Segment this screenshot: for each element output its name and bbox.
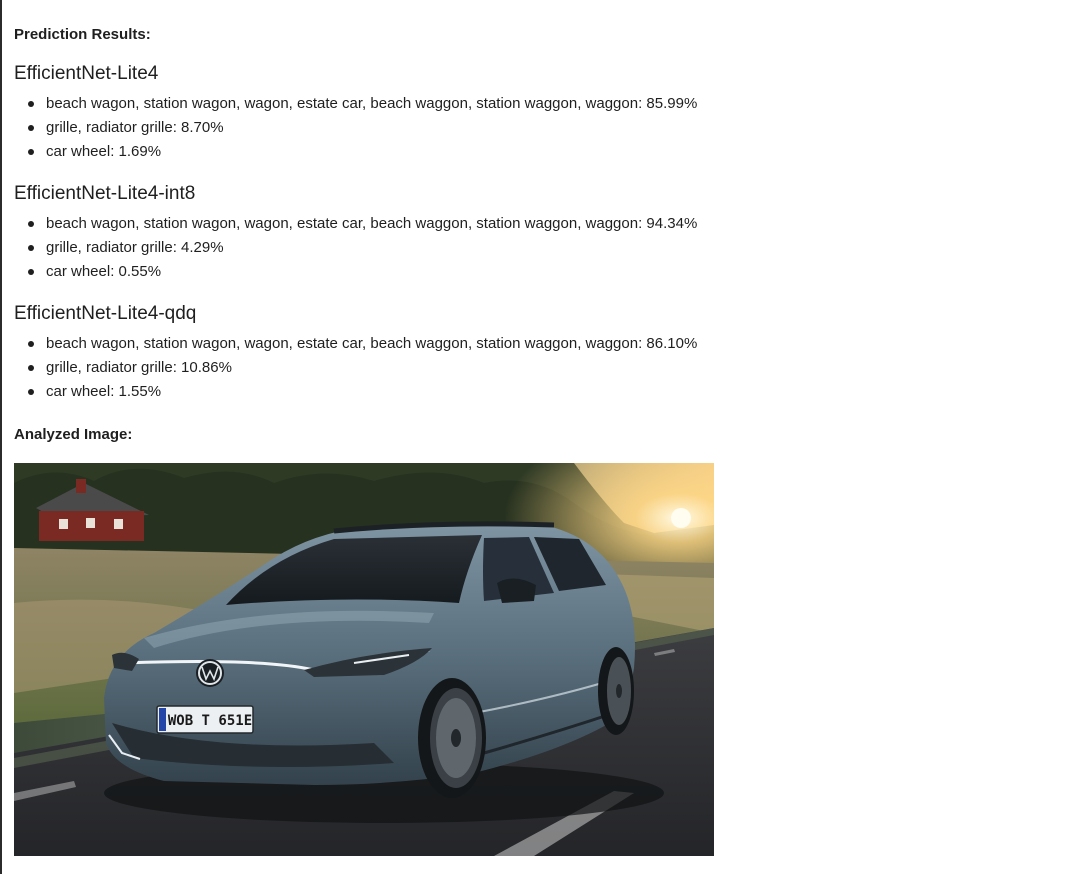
- model-title: EfficientNet-Lite4: [14, 63, 159, 84]
- prediction-text: car wheel: 1.69%: [46, 143, 162, 160]
- prediction-results-heading: Prediction Results:: [14, 26, 151, 43]
- prediction-item: beach wagon, station wagon, wagon, estat…: [14, 92, 697, 116]
- prediction-item: grille, radiator grille: 10.86%: [14, 356, 697, 380]
- prediction-text: car wheel: 1.55%: [46, 383, 162, 400]
- license-plate-text: WOB T 651E: [168, 713, 252, 729]
- model-title: EfficientNet-Lite4-qdq: [14, 303, 197, 324]
- bullet-icon: [28, 365, 34, 371]
- bullet-icon: [28, 221, 34, 227]
- left-border: [0, 0, 2, 874]
- prediction-item: beach wagon, station wagon, wagon, estat…: [14, 212, 697, 236]
- prediction-text: beach wagon, station wagon, wagon, estat…: [46, 215, 698, 232]
- prediction-item: car wheel: 0.55%: [14, 260, 697, 284]
- prediction-text: car wheel: 0.55%: [46, 263, 162, 280]
- prediction-text: grille, radiator grille: 8.70%: [46, 119, 224, 136]
- model-block-efficientnet-lite4-int8: EfficientNet-Lite4-int8 beach wagon, sta…: [14, 182, 697, 284]
- bullet-icon: [28, 269, 34, 275]
- bullet-icon: [28, 245, 34, 251]
- prediction-text: beach wagon, station wagon, wagon, estat…: [46, 335, 698, 352]
- prediction-list: beach wagon, station wagon, wagon, estat…: [14, 92, 697, 164]
- prediction-text: beach wagon, station wagon, wagon, estat…: [46, 95, 698, 112]
- prediction-item: beach wagon, station wagon, wagon, estat…: [14, 332, 697, 356]
- analyzed-image: WOB T 651E: [14, 463, 714, 856]
- prediction-text: grille, radiator grille: 4.29%: [46, 239, 224, 256]
- prediction-text: grille, radiator grille: 10.86%: [46, 359, 232, 376]
- bullet-icon: [28, 125, 34, 131]
- bullet-icon: [28, 149, 34, 155]
- analyzed-image-heading: Analyzed Image:: [14, 426, 133, 443]
- model-block-efficientnet-lite4-qdq: EfficientNet-Lite4-qdq beach wagon, stat…: [14, 302, 697, 404]
- bullet-icon: [28, 389, 34, 395]
- car-photo: WOB T 651E: [14, 463, 714, 856]
- model-block-efficientnet-lite4: EfficientNet-Lite4 beach wagon, station …: [14, 62, 697, 164]
- prediction-list: beach wagon, station wagon, wagon, estat…: [14, 332, 697, 404]
- bullet-icon: [28, 101, 34, 107]
- prediction-item: car wheel: 1.55%: [14, 380, 697, 404]
- prediction-item: grille, radiator grille: 4.29%: [14, 236, 697, 260]
- bullet-icon: [28, 341, 34, 347]
- prediction-item: car wheel: 1.69%: [14, 140, 697, 164]
- prediction-item: grille, radiator grille: 8.70%: [14, 116, 697, 140]
- model-title: EfficientNet-Lite4-int8: [14, 183, 196, 204]
- prediction-list: beach wagon, station wagon, wagon, estat…: [14, 212, 697, 284]
